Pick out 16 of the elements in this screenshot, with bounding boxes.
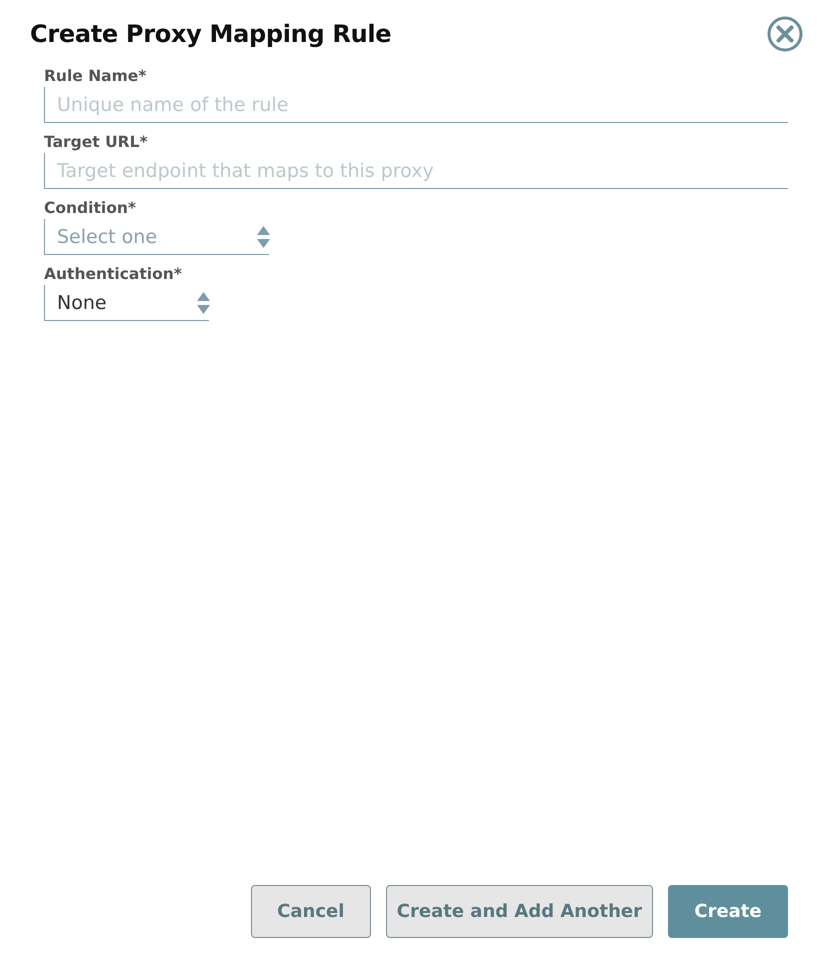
field-label: Target URL* [44, 132, 149, 153]
field-label: Authentication* [44, 264, 183, 285]
up-down-arrows-icon [197, 292, 210, 314]
text-field[interactable]: Target endpoint that maps to this proxy [44, 153, 788, 189]
field-label: Condition* [44, 198, 137, 219]
dialog-title: Create Proxy Mapping Rule [30, 20, 392, 48]
close-icon [767, 16, 803, 52]
up-down-arrows-icon [257, 226, 270, 248]
create-button[interactable]: Create [668, 885, 788, 938]
close-button[interactable] [767, 16, 803, 52]
secondary-button[interactable]: Create and Add Another [386, 885, 653, 938]
field-label: Rule Name* [44, 66, 148, 87]
dropdown[interactable]: None [44, 285, 209, 321]
secondary-button[interactable]: Cancel [250, 885, 371, 938]
dropdown[interactable]: Select one [44, 219, 269, 255]
text-field[interactable]: Unique name of the rule [44, 87, 788, 123]
